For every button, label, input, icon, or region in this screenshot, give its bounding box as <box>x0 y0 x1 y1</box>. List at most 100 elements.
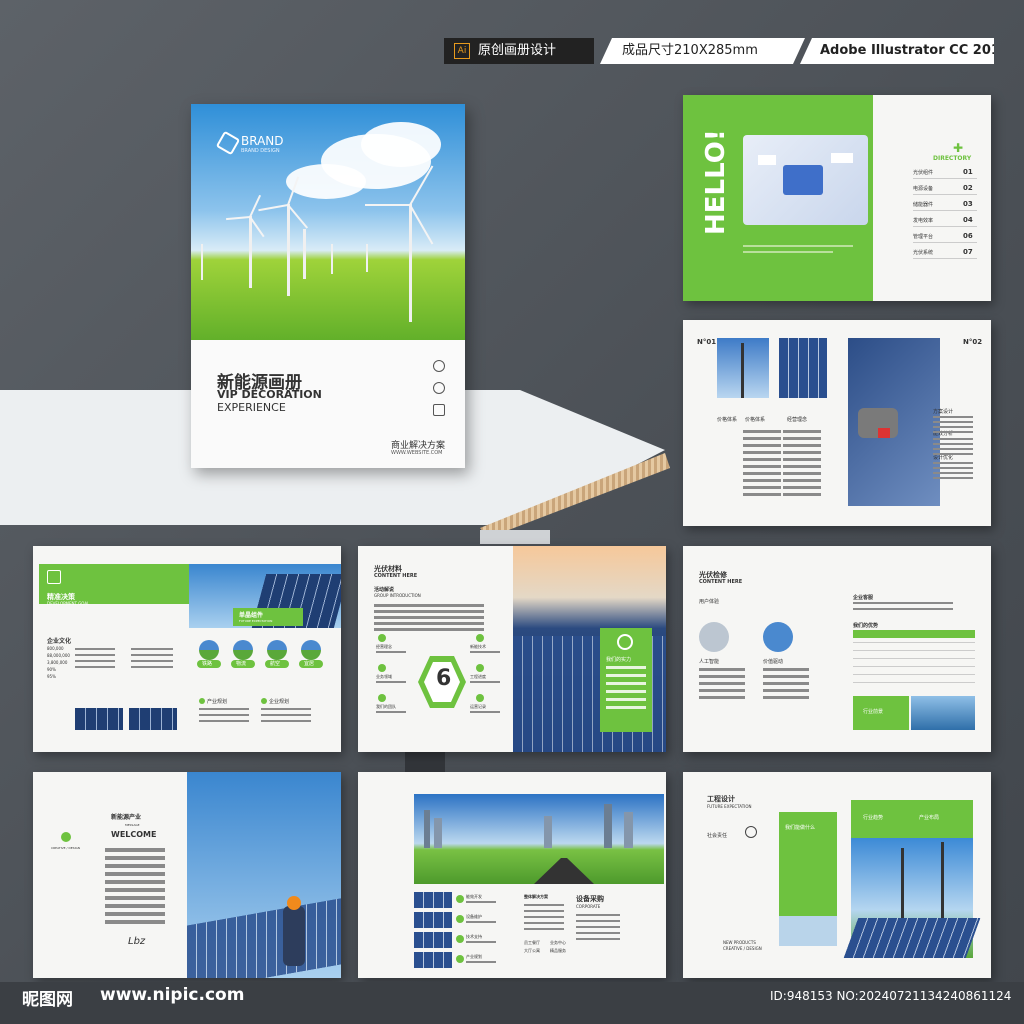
text-line <box>466 961 496 963</box>
right-label: 方案设计 <box>933 409 954 415</box>
wind-icon <box>763 622 793 652</box>
item-icon <box>456 955 464 963</box>
text-line <box>743 437 781 440</box>
stat-value: 95% <box>47 674 56 679</box>
design-tag: Ai 原创画册设计 <box>444 38 594 64</box>
mosaic-image <box>779 916 837 946</box>
text-line <box>763 682 809 685</box>
banner-sub: FUTURE EXPECTATION <box>239 619 273 623</box>
plus-icon: ✚ <box>953 141 964 155</box>
hexagon-number: 6 <box>436 666 452 691</box>
text-line <box>933 438 973 440</box>
city-road-image <box>414 794 664 884</box>
text-line <box>131 648 173 650</box>
stat-value: 3,800,000 <box>47 660 68 665</box>
item-label: 新能技术 <box>470 644 486 649</box>
text-line <box>853 602 953 604</box>
text-line <box>933 453 973 455</box>
text-line <box>261 708 311 710</box>
directory-item-number: 07 <box>963 248 973 256</box>
text-line <box>105 904 165 908</box>
procurement-title: 设备采购 <box>576 895 604 903</box>
directory-item-number: 03 <box>963 200 973 208</box>
text-line <box>783 486 821 489</box>
signature: Lbz <box>128 936 146 947</box>
thumb-image <box>414 932 452 948</box>
outlook-label: 行业前景 <box>863 709 884 715</box>
text-line <box>376 681 406 683</box>
thumb-image <box>75 708 123 730</box>
col-label: 价格体系 <box>745 417 766 423</box>
text-line <box>470 651 500 653</box>
item-icon <box>476 664 484 672</box>
text-line <box>576 926 620 928</box>
text-line <box>933 416 973 418</box>
grid-label: 精品服务 <box>550 948 566 953</box>
item-label: 我们的团队 <box>376 704 396 709</box>
directory-divider <box>913 242 977 243</box>
text-line <box>524 922 564 924</box>
item-label: 产业规划 <box>466 954 482 959</box>
stat-value: 88,000,000 <box>47 653 70 658</box>
spread-engineering: 工程设计 FUTURE EXPECTATION 社会责任 我们能做什么 NEW … <box>683 772 991 978</box>
text-line <box>763 668 809 671</box>
text-line <box>199 714 249 716</box>
text-line <box>783 465 821 468</box>
banner-title: 单晶组件 <box>239 612 264 619</box>
text-line <box>576 920 620 922</box>
category-circle <box>267 640 287 660</box>
table-title: 我们的优势 <box>853 623 879 629</box>
spread-materials: 光伏材料 CONTENT HERE 活动解说 GROUP INTRODUCTIO… <box>358 546 666 752</box>
category-circle <box>233 640 253 660</box>
text-line <box>783 479 821 482</box>
item-icon <box>456 915 464 923</box>
thumb-image <box>414 892 452 908</box>
item-label: 经营理念 <box>376 644 392 649</box>
panel-title: 我们能做什么 <box>785 825 816 831</box>
goal-sub: DEVELOPMENT GOAL <box>47 601 90 606</box>
text-line <box>783 493 821 496</box>
text-line <box>374 604 484 607</box>
pylon-image <box>717 338 769 398</box>
maintenance-sub: CONTENT HERE <box>699 579 743 585</box>
category-circle <box>199 640 219 660</box>
panel-title: 我们的实力 <box>606 657 632 663</box>
text-line <box>131 660 173 662</box>
illustrator-icon: Ai <box>454 42 470 59</box>
nipic-site: www.nipic.com <box>100 985 245 1005</box>
item-label: 业务领域 <box>376 674 392 679</box>
image-id: ID:948153 NO:20240721134240861124 <box>770 989 1012 1003</box>
text-line <box>374 610 484 613</box>
text-line <box>933 472 973 474</box>
table-header <box>853 630 975 638</box>
text-line <box>199 708 249 710</box>
text-line <box>576 914 620 916</box>
item-label: 工程进度 <box>470 674 486 679</box>
network-icon <box>745 826 757 838</box>
text-line <box>105 864 165 868</box>
text-line <box>199 720 249 722</box>
icon-label: 人工智能 <box>699 659 720 665</box>
item-icon <box>378 634 386 642</box>
table-leg <box>480 530 550 544</box>
bottom-label: 企业规划 <box>269 699 290 705</box>
text-line <box>105 920 165 924</box>
creative-label: CREATIVE / DESIGN <box>51 846 81 850</box>
directory-item-number: 02 <box>963 184 973 192</box>
text-line <box>933 421 973 423</box>
text-line <box>933 477 973 479</box>
text-line <box>105 872 165 876</box>
text-line <box>105 912 165 916</box>
cover-subtitle-2: EXPERIENCE <box>217 401 286 414</box>
engineering-title: 工程设计 <box>707 795 735 803</box>
text-line <box>105 880 165 884</box>
text-line <box>743 451 781 454</box>
text-line <box>933 462 973 464</box>
turbine-icon <box>287 204 290 296</box>
thumb-image <box>414 952 452 968</box>
text-line <box>75 660 115 662</box>
item-icon <box>378 694 386 702</box>
text-line <box>75 648 115 650</box>
col-label: 价格体系 <box>717 417 738 423</box>
text-line <box>105 896 165 900</box>
